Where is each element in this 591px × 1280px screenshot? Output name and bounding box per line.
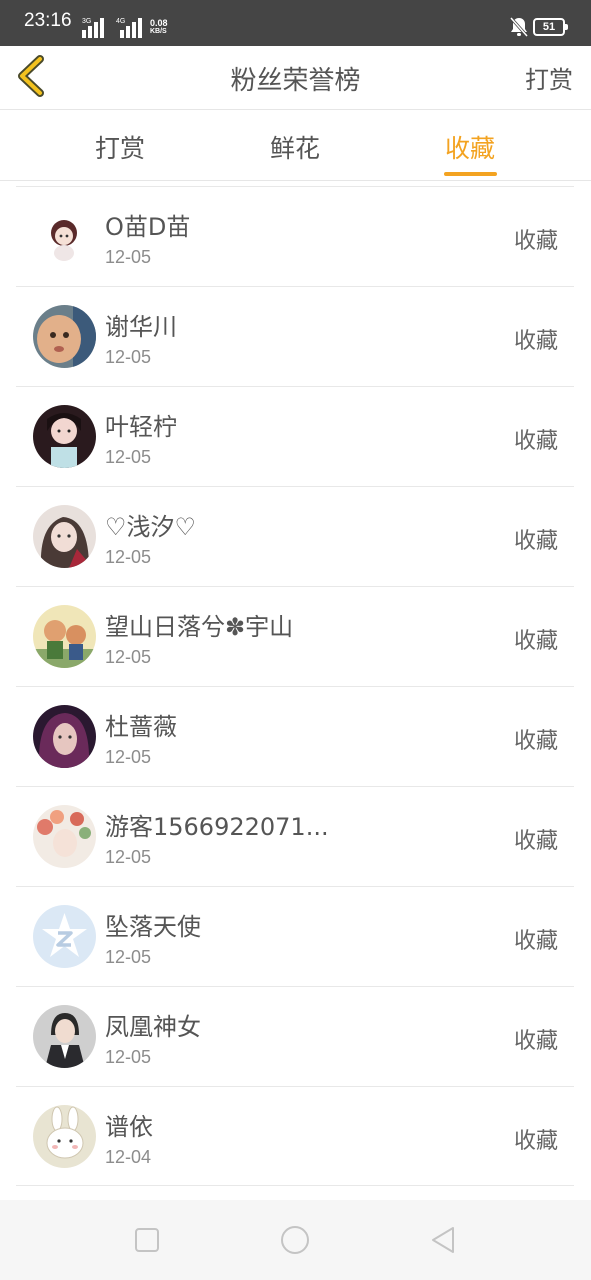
fan-action-label: 收藏 — [513, 1029, 558, 1054]
tab-tip[interactable]: 打赏 — [95, 129, 145, 165]
battery-indicator: 51 — [533, 18, 568, 36]
fan-date: 12-05 — [105, 247, 152, 267]
fan-name: 谢华川 — [105, 313, 177, 341]
status-time: 23:16 — [24, 10, 72, 31]
status-bar: 23:16 3G 4G 0.08 KB/S 51 — [0, 0, 591, 46]
fan-action-label: 收藏 — [513, 229, 558, 254]
list-item[interactable]: ♡浅汐♡ 12-05 收藏 — [16, 486, 574, 586]
tab-favorites[interactable]: 收藏 — [445, 129, 495, 165]
list-item[interactable]: 叶轻柠 12-05 收藏 — [16, 386, 574, 486]
list-item[interactable]: 坠落天使 12-05 收藏 — [16, 886, 574, 986]
home-icon[interactable] — [279, 1224, 311, 1256]
avatar[interactable] — [33, 305, 96, 368]
avatar[interactable] — [33, 1005, 96, 1068]
fan-date: 12-05 — [105, 447, 152, 467]
avatar[interactable] — [33, 905, 96, 968]
list-item[interactable]: O苗D苗 12-05 收藏 — [16, 186, 574, 286]
avatar[interactable] — [33, 805, 96, 868]
fan-action-label: 收藏 — [513, 729, 558, 754]
list-item[interactable]: 杜蔷薇 12-05 收藏 — [16, 686, 574, 786]
fan-name: 坠落天使 — [105, 913, 201, 941]
fan-date: 12-05 — [105, 847, 152, 867]
fan-action-label: 收藏 — [513, 529, 558, 554]
page-title: 粉丝荣誉榜 — [230, 66, 361, 96]
fan-name: 凤凰神女 — [105, 1013, 201, 1041]
fan-date: 12-05 — [105, 547, 152, 567]
recent-apps-icon[interactable] — [131, 1224, 163, 1256]
fan-action-label: 收藏 — [513, 929, 558, 954]
avatar[interactable] — [33, 705, 96, 768]
fan-name: 游客1566922071... — [105, 813, 329, 841]
fan-name: 谱依 — [105, 1113, 153, 1141]
signal-icon-1 — [82, 18, 106, 38]
fan-action-label: 收藏 — [513, 829, 558, 854]
list-item[interactable]: 谢华川 12-05 收藏 — [16, 286, 574, 386]
list-item[interactable]: 游客1566922071... 12-05 收藏 — [16, 786, 574, 886]
fan-name: 杜蔷薇 — [105, 713, 177, 741]
list-item[interactable]: 谱依 12-04 收藏 — [16, 1086, 574, 1186]
fan-date: 12-05 — [105, 347, 152, 367]
avatar[interactable] — [33, 505, 96, 568]
fan-action-label: 收藏 — [513, 1129, 558, 1154]
list-item[interactable]: 望山日落兮✽宇山 12-05 收藏 — [16, 586, 574, 686]
fan-date: 12-05 — [105, 747, 152, 767]
fan-date: 12-05 — [105, 1047, 152, 1067]
fan-date: 12-05 — [105, 947, 152, 967]
fan-action-label: 收藏 — [513, 429, 558, 454]
network-speed: 0.08 KB/S — [150, 19, 168, 36]
fan-action-label: 收藏 — [513, 329, 558, 354]
tab-bar: 打赏 鲜花 收藏 — [0, 111, 591, 181]
fan-date: 12-05 — [105, 647, 152, 667]
avatar[interactable] — [33, 405, 96, 468]
avatar[interactable] — [33, 205, 96, 268]
speed-value: 0.08 — [150, 18, 168, 28]
system-nav-bar — [0, 1200, 591, 1280]
fan-name: O苗D苗 — [105, 213, 191, 241]
fan-action-label: 收藏 — [513, 629, 558, 654]
avatar[interactable] — [33, 605, 96, 668]
mute-bell-icon — [509, 17, 529, 37]
fan-list: O苗D苗 12-05 收藏 谢华川 12-05 收藏 叶轻柠 12-05 收藏 … — [16, 186, 574, 1186]
active-tab-indicator — [444, 172, 497, 176]
title-bar: 粉丝荣誉榜 打赏 — [0, 46, 591, 110]
tab-flowers[interactable]: 鲜花 — [270, 129, 320, 165]
back-icon[interactable] — [427, 1224, 459, 1256]
signal-icon-2 — [120, 18, 144, 38]
avatar[interactable] — [33, 1105, 96, 1168]
list-item[interactable]: 凤凰神女 12-05 收藏 — [16, 986, 574, 1086]
fan-date: 12-04 — [105, 1147, 152, 1167]
speed-unit: KB/S — [150, 28, 167, 35]
fan-name: 叶轻柠 — [105, 413, 177, 441]
tip-button[interactable]: 打赏 — [525, 60, 573, 95]
fan-name: ♡浅汐♡ — [105, 513, 197, 541]
fan-name: 望山日落兮✽宇山 — [105, 613, 294, 641]
